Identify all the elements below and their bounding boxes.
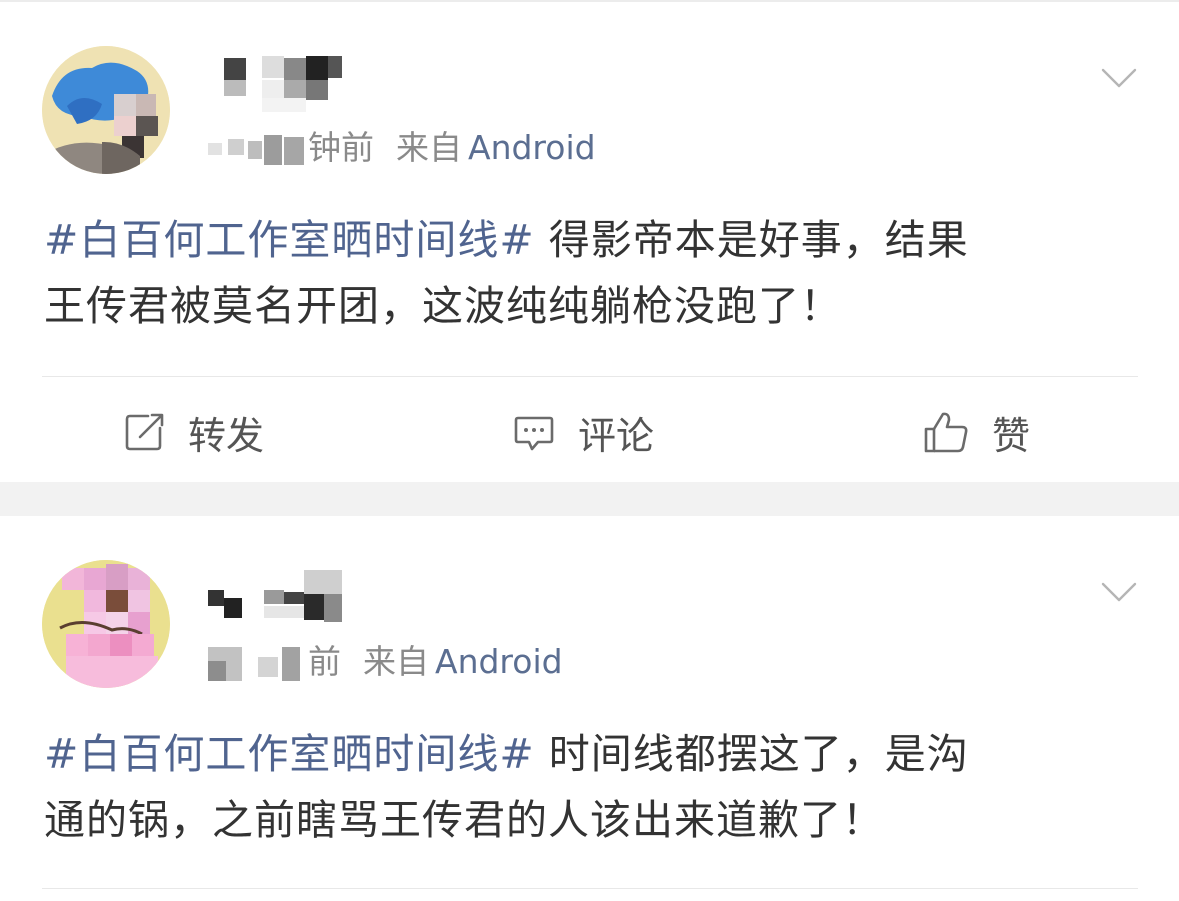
avatar-image (42, 46, 170, 174)
post-text-line: 得影帝本是好事，结果 (534, 216, 969, 264)
post-meta: 钟前 来自 Android (208, 126, 596, 170)
avatar-image (42, 560, 170, 688)
comment-label: 评论 (578, 413, 655, 458)
chevron-down-icon[interactable] (1099, 572, 1139, 612)
post-meta: 前来自 Android (208, 640, 563, 684)
divider (42, 888, 1138, 889)
topic-link[interactable]: #白百何工作室晒时间线# (44, 216, 535, 264)
source-prefix: 来自 (363, 642, 429, 681)
post-content: #白百何工作室晒时间线# 得影帝本是好事，结果 王传君被莫名开团，这波纯纯躺枪没… (44, 207, 1144, 339)
avatar[interactable] (42, 46, 170, 174)
username-mosaic[interactable] (208, 54, 348, 116)
feed-post: 钟前 来自 Android #白百何工作室晒时间线# 得影帝本是好事，结果 王传君被… (0, 2, 1179, 482)
like-button[interactable]: 赞 (922, 397, 1030, 467)
repost-icon (125, 413, 164, 451)
timestamp-mosaic (208, 646, 308, 681)
source-device[interactable]: Android (435, 642, 563, 681)
divider (42, 376, 1138, 377)
topic-link[interactable]: #白百何工作室晒时间线# (44, 730, 535, 778)
post-content: #白百何工作室晒时间线# 时间线都摆这了，是沟 通的锅，之前瞎骂王传君的人该出来… (44, 721, 1144, 853)
timestamp-mosaic (208, 133, 308, 167)
repost-label: 转发 (188, 413, 265, 458)
timestamp: 钟前 (308, 128, 374, 167)
avatar[interactable] (42, 560, 170, 688)
source-prefix: 来自 (396, 128, 462, 167)
timestamp: 前 (308, 642, 341, 681)
comment-button[interactable]: 评论 (512, 397, 654, 467)
repost-button[interactable]: 转发 (122, 397, 264, 467)
post-text-line: 王传君被莫名开团，这波纯纯躺枪没跑了！ (44, 282, 842, 330)
username-mosaic[interactable] (208, 568, 348, 630)
source-device[interactable]: Android (468, 128, 596, 167)
action-bar: 转发 评论 赞 (0, 397, 1179, 467)
chevron-down-icon[interactable] (1099, 58, 1139, 98)
comment-icon (514, 416, 554, 451)
feed-post: 前来自 Android #白百何工作室晒时间线# 时间线都摆这了，是沟 通的锅，之… (0, 516, 1179, 901)
feed-separator (0, 482, 1179, 516)
like-label: 赞 (992, 413, 1031, 458)
thumbs-up-icon (924, 412, 968, 453)
post-text-line: 时间线都摆这了，是沟 (534, 730, 969, 778)
post-text-line: 通的锅，之前瞎骂王传君的人该出来道歉了！ (44, 796, 884, 844)
